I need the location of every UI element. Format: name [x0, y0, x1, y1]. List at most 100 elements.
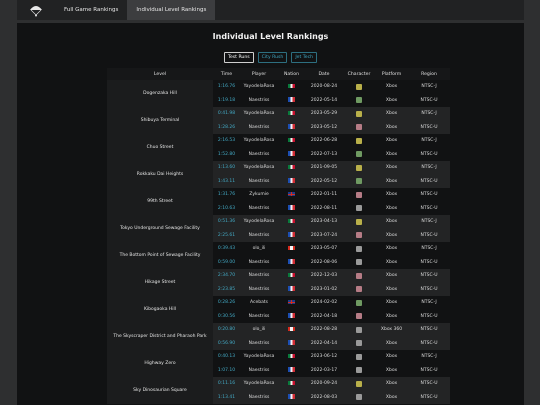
platform-cell: Xbox — [375, 107, 408, 121]
flag-fr-icon — [288, 124, 295, 129]
player-name-cell[interactable]: YayodelaRosa — [240, 107, 278, 121]
run-time-link[interactable]: 0:51.36 — [213, 215, 240, 229]
player-name-cell[interactable]: YayodelaRosa — [240, 134, 278, 148]
run-time-link[interactable]: 1:43.11 — [213, 174, 240, 188]
run-time-link[interactable]: 1:28.26 — [213, 120, 240, 134]
level-name-cell[interactable]: Tokyo Underground Sewage Facility — [107, 215, 213, 242]
player-name-cell[interactable]: Naestriss — [240, 390, 278, 404]
platform-cell: Xbox — [385, 246, 398, 252]
filter-test-runs[interactable]: Test Runs — [223, 52, 254, 63]
tab-individual-level-rankings[interactable]: Individual Level Rankings — [127, 0, 216, 20]
level-name-cell[interactable]: Chuo Street — [107, 134, 213, 161]
character-cell — [343, 242, 375, 256]
run-time-link[interactable]: 1:13.60 — [213, 161, 240, 175]
level-name-cell[interactable]: Rokkaku Dai Heights — [107, 161, 213, 188]
flag-fr-icon — [288, 259, 295, 264]
character-avatar-icon — [356, 272, 362, 279]
run-time-link[interactable]: 0:11.16 — [213, 377, 240, 391]
run-time-link[interactable]: 0:59.00 — [213, 256, 240, 270]
level-name-cell[interactable]: Kibogaoka Hill — [107, 296, 213, 323]
player-name-cell[interactable]: Naestriss — [240, 310, 278, 324]
platform-cell: Xbox — [375, 120, 408, 134]
player-name-cell[interactable]: Zykumie — [240, 188, 278, 202]
player-name-cell[interactable]: Naestriss — [240, 282, 278, 296]
run-time-link[interactable]: 0:28.26 — [213, 296, 240, 310]
run-time-link[interactable]: 1:19.18 — [213, 94, 240, 108]
run-time-link[interactable]: 2:34.70 — [213, 269, 240, 283]
flag-fr-icon — [288, 178, 295, 183]
player-name-cell[interactable]: Naestriss — [240, 364, 278, 378]
character-avatar-icon — [356, 232, 362, 238]
table-body: Dogenzaka Hill 1:16.76 YayodelaRosa 2020-08… — [107, 80, 450, 404]
character-cell — [343, 350, 375, 364]
region-cell: NTSC-U — [408, 336, 450, 350]
player-name-cell[interactable]: Naestriss — [240, 120, 278, 134]
level-name-cell[interactable]: Sky Dinosaurian Square — [107, 377, 213, 404]
player-name-cell[interactable]: olo_ili — [240, 323, 278, 337]
player-name-cell[interactable]: YayodelaRosa — [240, 80, 278, 94]
date-cell: 2022-12-03 — [305, 269, 343, 283]
filter-jet-tech[interactable]: Jet Tech — [291, 52, 318, 63]
region-cell: NTSC-J — [421, 246, 437, 252]
run-time-link[interactable]: 0:20.80 — [213, 323, 240, 337]
player-name-cell[interactable]: Naestriss — [240, 228, 278, 242]
site-logo[interactable] — [17, 0, 55, 20]
date-cell: 2022-08-11 — [310, 205, 338, 211]
run-time-link[interactable]: 2:10.63 — [213, 202, 240, 216]
character-cell — [343, 336, 375, 350]
nation-cell — [278, 336, 305, 350]
run-time-link[interactable]: 2:16.53 — [213, 134, 240, 148]
run-time-link[interactable]: 2:23.85 — [213, 282, 240, 296]
filter-city-rush[interactable]: City Rush — [257, 52, 288, 63]
run-time-link[interactable]: 0:40.13 — [213, 350, 240, 364]
character-avatar-icon — [356, 124, 362, 130]
player-name-cell[interactable]: Naestriss — [240, 94, 278, 108]
level-name-cell[interactable]: Hikage Street — [107, 269, 213, 296]
run-time-link[interactable]: 0:41.98 — [213, 107, 240, 121]
table-row: Rokkaku Dai Heights 1:13.60 YayodelaRosa 20… — [107, 161, 450, 188]
run-time-link[interactable]: 1:16.76 — [213, 80, 240, 94]
player-name-cell[interactable]: olo_ili — [240, 242, 278, 256]
region-cell: NTSC-U — [408, 377, 450, 391]
flag-fr-icon — [288, 340, 295, 345]
run-time-link[interactable]: 1:07.10 — [213, 364, 240, 378]
date-cell: 2023-04-13 — [305, 215, 343, 229]
player-name-cell[interactable]: Naestriss — [240, 336, 278, 350]
run-time-link[interactable]: 2:25.61 — [213, 228, 240, 242]
character-cell — [343, 377, 375, 391]
level-name-cell[interactable]: The Skyscraper District and Pharaoh Park — [107, 323, 213, 350]
tab-full-game-rankings[interactable]: Full Game Rankings — [55, 0, 127, 20]
date-cell: 2023-05-12 — [305, 120, 343, 134]
run-time-link[interactable]: 0:39.43 — [213, 242, 240, 256]
character-avatar-icon — [356, 286, 362, 292]
level-name-cell[interactable]: The Bottom Point of Sewage Facility — [107, 242, 213, 269]
player-name-cell[interactable]: YayodelaRosa — [240, 350, 278, 364]
player-name-cell[interactable]: Naestriss — [240, 256, 278, 270]
region-cell: NTSC-U — [420, 97, 438, 103]
character-cell — [343, 134, 375, 148]
character-cell — [343, 296, 375, 310]
player-name-cell[interactable]: YayodelaRosa — [240, 215, 278, 229]
region-cell: NTSC-U — [420, 259, 438, 265]
level-name-cell[interactable]: 99th Street — [107, 188, 213, 215]
platform-cell: Xbox — [375, 390, 408, 404]
player-name-cell[interactable]: Acebats — [240, 296, 278, 310]
run-time-link[interactable]: 1:52.80 — [213, 148, 240, 162]
date-cell: 2022-08-03 — [305, 390, 343, 404]
level-name-cell[interactable]: Highway Zero — [107, 350, 213, 377]
date-cell: 2023-06-12 — [310, 354, 338, 360]
run-time-link[interactable]: 1:13.41 — [213, 390, 240, 404]
player-name-cell[interactable]: Naestriss — [240, 202, 278, 216]
run-time-link[interactable]: 0:56.90 — [213, 336, 240, 350]
level-name-cell[interactable]: Dogenzaka Hill — [107, 80, 213, 107]
player-name-cell[interactable]: YayodelaRosa — [240, 377, 278, 391]
player-name-cell[interactable]: Naestriss — [240, 174, 278, 188]
platform-cell: Xbox — [375, 269, 408, 283]
run-time-link[interactable]: 0:30.56 — [213, 310, 240, 324]
player-name-cell[interactable]: Naestriss — [240, 269, 278, 283]
run-time-link[interactable]: 1:31.76 — [213, 188, 240, 202]
player-name-cell[interactable]: YayodelaRosa — [240, 161, 278, 175]
flag-mx-icon — [288, 83, 295, 89]
player-name-cell[interactable]: Naestriss — [240, 148, 278, 162]
level-name-cell[interactable]: Shibuya Terminal — [107, 107, 213, 134]
